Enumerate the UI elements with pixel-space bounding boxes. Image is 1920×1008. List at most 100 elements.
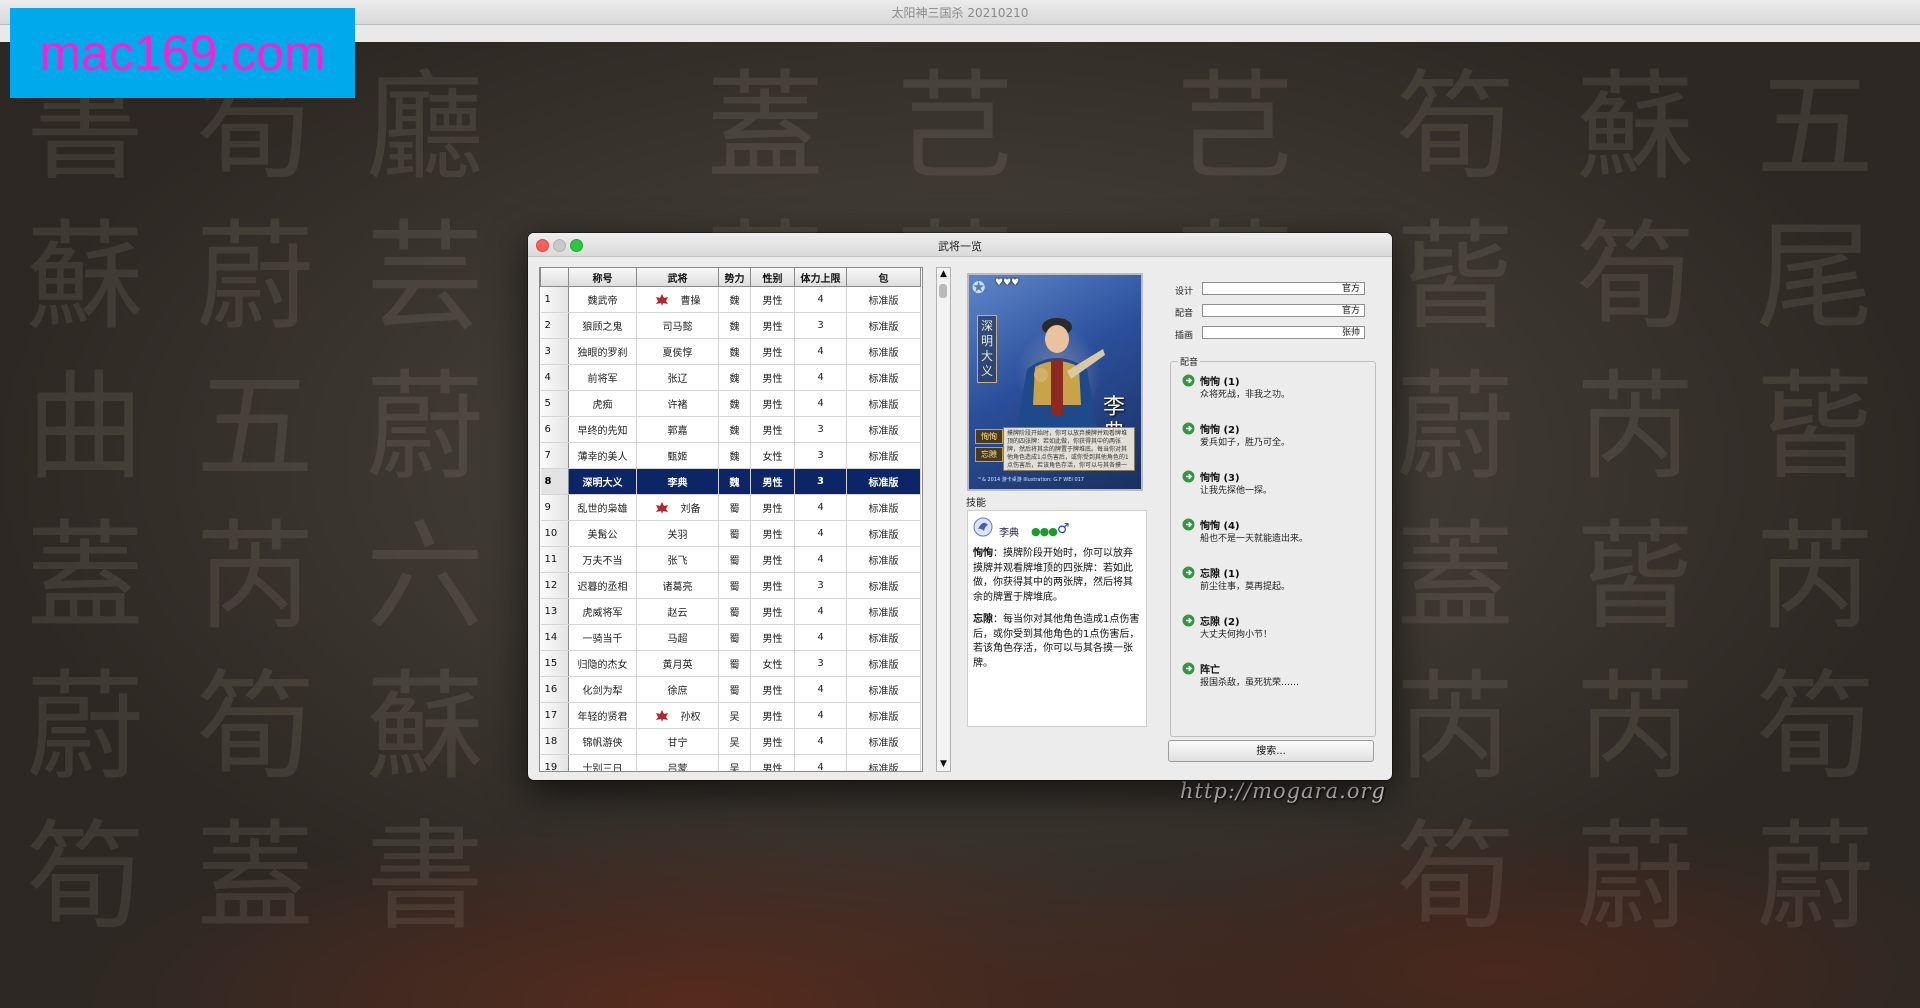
- table-row[interactable]: 8 深明大义 李典 魏 男性 3 标准版: [540, 468, 921, 495]
- illustrator-field[interactable]: 张帅: [1202, 326, 1365, 339]
- row-number-text: 4: [544, 372, 551, 383]
- cell-gender-text: 男性: [762, 478, 783, 489]
- table-row[interactable]: 7 薄幸的美人 甄姬 魏 女性 3 标准版: [540, 442, 921, 469]
- scroll-down-arrow-icon[interactable]: ▼: [937, 758, 950, 771]
- table-row[interactable]: 2 狼顾之鬼 司马懿 魏 男性 3 标准版: [540, 312, 921, 339]
- play-voice-icon[interactable]: [1182, 662, 1195, 675]
- row-number-text: 12: [544, 580, 558, 591]
- cell-general-name-text: 孙权: [680, 712, 701, 723]
- lord-icon: [655, 294, 668, 306]
- cell-max-hp: 3: [794, 468, 847, 495]
- cell-package: 标准版: [846, 728, 921, 755]
- cell-general-name: 赵云: [636, 598, 719, 625]
- table-row[interactable]: 12 迟暮的丞相 诸葛亮 蜀 男性 3 标准版: [540, 572, 921, 599]
- cell-title: 深明大义: [568, 468, 637, 495]
- cell-title: 前将军: [568, 364, 637, 391]
- cell-gender: 男性: [750, 416, 795, 443]
- illustrator-label: 插画: [1175, 331, 1194, 341]
- table-row[interactable]: 4 前将军 张辽 魏 男性 4 标准版: [540, 364, 921, 391]
- cell-package: 标准版: [846, 624, 921, 651]
- column-header-gender[interactable]: 性别: [750, 268, 795, 287]
- cell-gender-text: 男性: [762, 426, 783, 437]
- cell-faction: 魏: [718, 338, 751, 365]
- cell-gender: 男性: [750, 754, 795, 771]
- table-row[interactable]: 15 归隐的杰女 黄月英 蜀 女性 3 标准版: [540, 650, 921, 677]
- scroll-up-arrow-icon[interactable]: ▲: [937, 268, 950, 281]
- cell-title-text: 虎痴: [592, 400, 613, 411]
- voice-actor-field[interactable]: 官方: [1202, 304, 1365, 317]
- cell-gender-text: 男性: [762, 712, 783, 723]
- cell-gender-text: 男性: [762, 608, 783, 619]
- column-header-package[interactable]: 包: [846, 268, 921, 287]
- cell-faction: 蜀: [718, 494, 751, 521]
- play-voice-icon[interactable]: [1182, 614, 1195, 627]
- table-row[interactable]: 10 美髯公 关羽 蜀 男性 4 标准版: [540, 520, 921, 547]
- cell-faction: 蜀: [718, 624, 751, 651]
- cell-general-name-text: 李典: [667, 478, 688, 489]
- cell-gender-text: 男性: [762, 686, 783, 697]
- column-header-title[interactable]: 称号: [568, 268, 637, 287]
- table-row[interactable]: 14 一骑当千 马超 蜀 男性 4 标准版: [540, 624, 921, 651]
- search-button[interactable]: 搜索...: [1168, 740, 1374, 762]
- play-voice-icon[interactable]: [1182, 470, 1195, 483]
- cell-faction: 吴: [718, 728, 751, 755]
- cell-title: 虎威将军: [568, 598, 637, 625]
- cell-gender: 女性: [750, 442, 795, 469]
- cell-max-hp: 4: [794, 546, 847, 573]
- play-voice-icon[interactable]: [1182, 566, 1195, 579]
- cell-faction: 蜀: [718, 676, 751, 703]
- play-voice-icon[interactable]: [1182, 422, 1195, 435]
- card-hp-marks: ♥♥♥: [995, 278, 1020, 288]
- cell-title-text: 独眼的罗刹: [577, 348, 628, 359]
- table-row[interactable]: 3 独眼的罗刹 夏侯惇 魏 男性 4 标准版: [540, 338, 921, 365]
- play-voice-icon[interactable]: [1182, 374, 1195, 387]
- cell-max-hp: 3: [794, 650, 847, 677]
- row-number: 14: [540, 624, 569, 651]
- table-vertical-scrollbar[interactable]: ▲ ▼: [936, 267, 951, 772]
- table-row[interactable]: 11 万夫不当 张飞 蜀 男性 4 标准版: [540, 546, 921, 573]
- cell-faction-text: 魏: [729, 452, 740, 463]
- column-header-max-hp[interactable]: 体力上限: [794, 268, 847, 287]
- designer-field[interactable]: 官方: [1202, 282, 1365, 295]
- cell-faction-text: 吴: [729, 738, 740, 749]
- play-voice-icon[interactable]: [1182, 518, 1195, 531]
- column-header-general[interactable]: 武将: [636, 268, 719, 287]
- cell-package: 标准版: [846, 520, 921, 547]
- table-row[interactable]: 6 早终的先知 郭嘉 魏 男性 3 标准版: [540, 416, 921, 443]
- cell-general-name-text: 吕蒙: [667, 764, 688, 772]
- card-footer-credits: ™& 2014 游卡桌游 Illustration: G.F WEI 017: [977, 477, 1084, 483]
- table-row[interactable]: 5 虎痴 许褚 魏 男性 4 标准版: [540, 390, 921, 417]
- cell-max-hp: 3: [794, 416, 847, 443]
- cell-general-name: 张飞: [636, 546, 719, 573]
- cell-general-name-text: 张辽: [667, 374, 688, 385]
- cell-gender: 男性: [750, 624, 795, 651]
- cell-max-hp-text: 4: [817, 528, 824, 539]
- cell-faction-text: 魏: [729, 348, 740, 359]
- column-header-index[interactable]: [540, 268, 569, 287]
- table-row[interactable]: 9 乱世的枭雄 刘备 蜀 男性 4 标准版: [540, 494, 921, 521]
- cell-gender-text: 男性: [762, 582, 783, 593]
- row-number: 10: [540, 520, 569, 547]
- cell-package-text: 标准版: [868, 686, 899, 697]
- cell-max-hp-text: 3: [817, 320, 824, 331]
- table-row[interactable]: 17 年轻的贤君 孙权 吴 男性 4 标准版: [540, 702, 921, 729]
- cell-gender-text: 男性: [762, 556, 783, 567]
- row-number-text: 1: [544, 294, 551, 305]
- table-row[interactable]: 19 士别三日 吕蒙 吴 男性 4 标准版: [540, 754, 921, 772]
- table-row[interactable]: 1 魏武帝 曹操 魏 男性 4 标准版: [540, 286, 921, 313]
- cell-package: 标准版: [846, 754, 921, 771]
- table-row[interactable]: 18 锦帆游侠 甘宁 吴 男性 4 标准版: [540, 728, 921, 755]
- column-header-faction[interactable]: 势力: [718, 268, 751, 287]
- dialog-title-bar[interactable]: 武将一览: [528, 233, 1392, 257]
- table-row[interactable]: 16 化剑为犁 徐庶 蜀 男性 4 标准版: [540, 676, 921, 703]
- cell-max-hp-text: 4: [817, 762, 824, 772]
- cell-general-name: 徐庶: [636, 676, 719, 703]
- cell-max-hp-text: 4: [817, 294, 824, 305]
- voice-line-text: 让我先探他一探。: [1200, 486, 1273, 496]
- scrollbar-thumb[interactable]: [939, 284, 947, 298]
- table-row[interactable]: 13 虎威将军 赵云 蜀 男性 4 标准版: [540, 598, 921, 625]
- cell-gender: 男性: [750, 312, 795, 339]
- cell-package: 标准版: [846, 468, 921, 495]
- row-number: 12: [540, 572, 569, 599]
- row-number: 5: [540, 390, 569, 417]
